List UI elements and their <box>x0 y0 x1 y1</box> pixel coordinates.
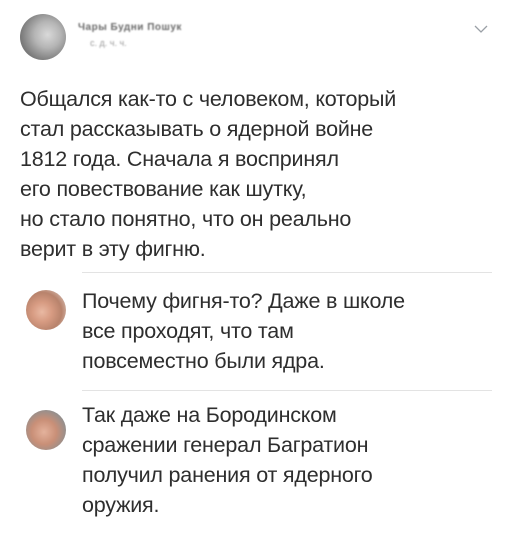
comment-divider <box>82 390 492 391</box>
author-name[interactable]: Чары Будни Пошук <box>78 22 182 33</box>
post-body-text: Общался как-то с человеком, который стал… <box>20 87 397 261</box>
author-avatar[interactable] <box>20 14 66 60</box>
comment-divider <box>82 272 492 273</box>
author-handle: с. д. ч. ч. <box>90 38 127 48</box>
commenter-avatar[interactable] <box>26 410 66 450</box>
chevron-down-icon[interactable] <box>474 24 488 34</box>
comment-text: Почему фигня-то? Даже в школе все проход… <box>82 289 405 373</box>
post-header: Чары Будни Пошук с. д. ч. ч. <box>20 14 492 70</box>
comment-text: Так даже на Бородинском сражении генерал… <box>82 403 373 517</box>
post-card: Чары Будни Пошук с. д. ч. ч. Общался как… <box>0 0 512 540</box>
commenter-avatar[interactable] <box>26 290 66 330</box>
